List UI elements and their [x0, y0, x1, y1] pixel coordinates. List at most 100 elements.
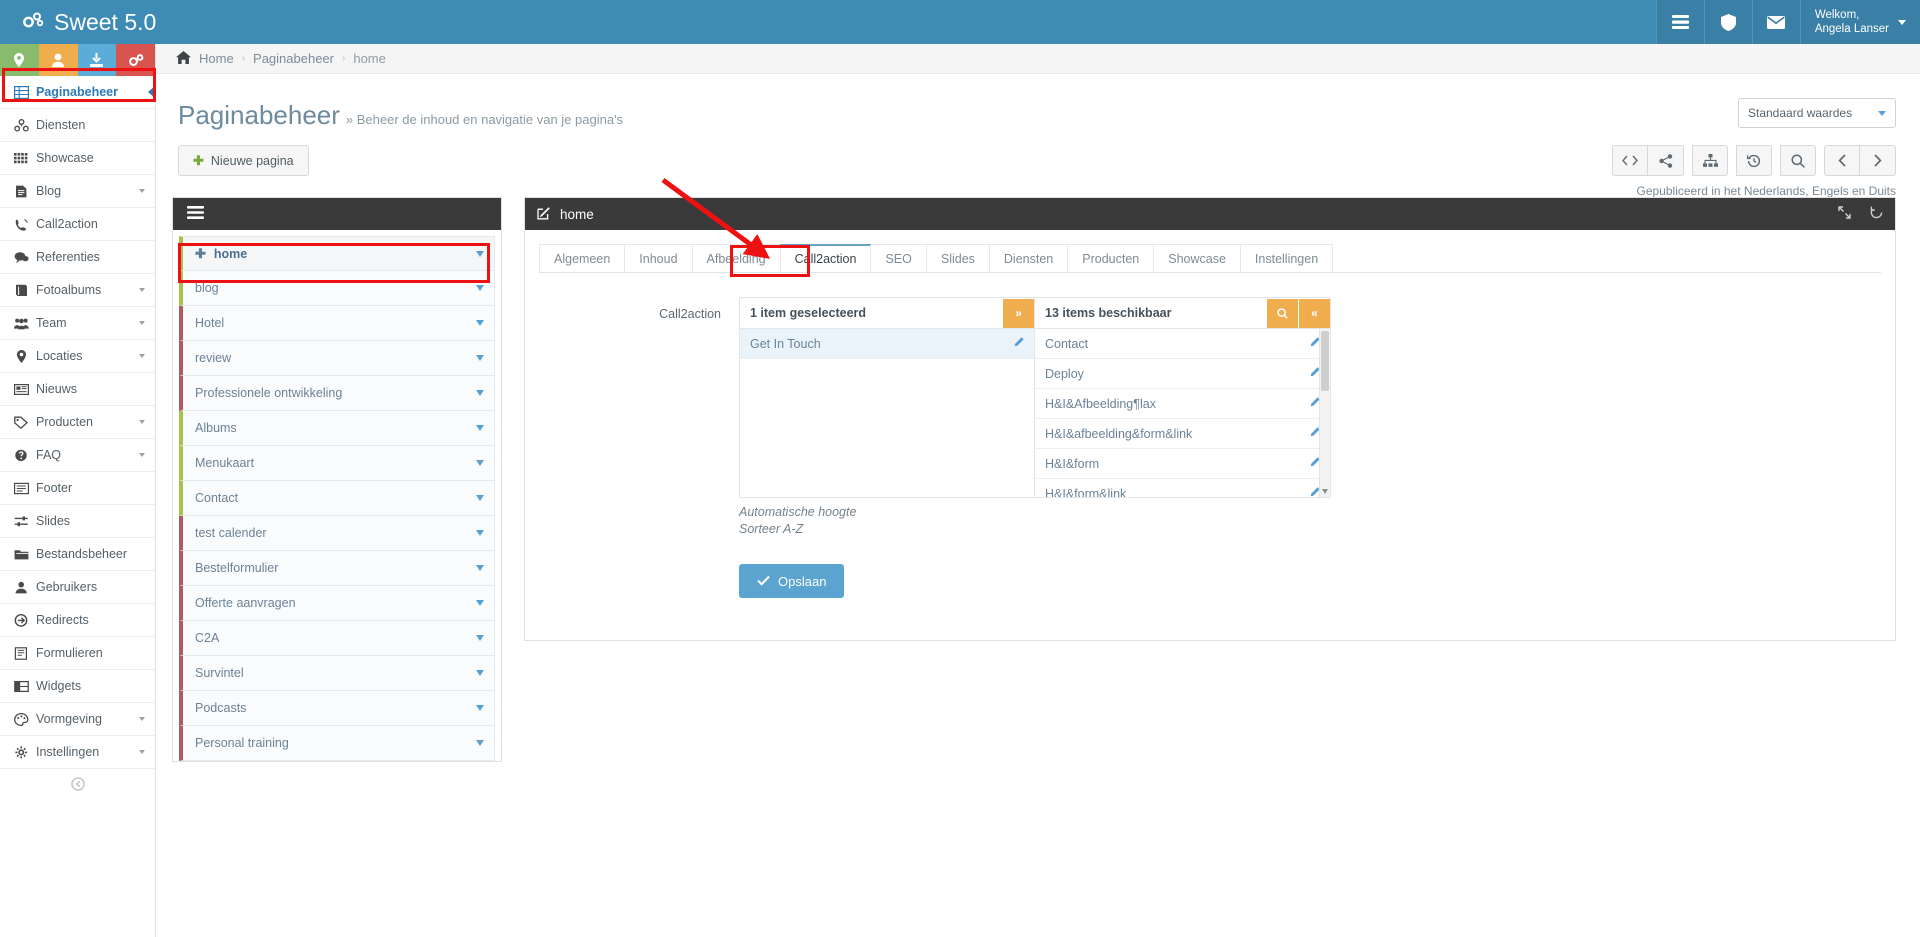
- list-item[interactable]: H&I&form: [1035, 449, 1330, 479]
- list-item[interactable]: H&I&Afbeelding¶lax: [1035, 389, 1330, 419]
- chevron-down-icon[interactable]: [476, 740, 484, 746]
- chevron-down-icon[interactable]: [476, 460, 484, 466]
- tree-item-bestelformulier[interactable]: Bestelformulier: [179, 551, 495, 586]
- new-page-button[interactable]: ✚ Nieuwe pagina: [178, 145, 309, 176]
- code-icon[interactable]: [1612, 145, 1648, 176]
- search-icon[interactable]: [1780, 145, 1816, 176]
- prev-icon[interactable]: [1824, 145, 1860, 176]
- user-menu[interactable]: Welkom, Angela Lanser: [1799, 0, 1920, 44]
- sidebar-item-gebruikers[interactable]: Gebruikers: [0, 571, 155, 604]
- chevron-down-icon[interactable]: [476, 530, 484, 536]
- sidebar-item-widgets[interactable]: Widgets: [0, 670, 155, 703]
- chevron-down-icon[interactable]: [476, 320, 484, 326]
- sidebar-item-showcase[interactable]: Showcase: [0, 142, 155, 175]
- scroll-down-icon[interactable]: [1322, 489, 1328, 494]
- pencil-icon[interactable]: [1013, 336, 1024, 351]
- sidebar-item-diensten[interactable]: Diensten: [0, 109, 155, 142]
- sidebar-item-faq[interactable]: FAQ: [0, 439, 155, 472]
- sidebar-item-team[interactable]: Team: [0, 307, 155, 340]
- sidebar-item-formulieren[interactable]: Formulieren: [0, 637, 155, 670]
- move-right-button[interactable]: »: [1003, 298, 1034, 328]
- sidebar-item-producten[interactable]: Producten: [0, 406, 155, 439]
- sidebar-item-blog[interactable]: Blog: [0, 175, 155, 208]
- shield-icon[interactable]: [1703, 0, 1752, 44]
- tree-item-professionele-ontwikkeling[interactable]: Professionele ontwikkeling: [179, 376, 495, 411]
- chevron-down-icon[interactable]: [476, 600, 484, 606]
- breadcrumb-item-home[interactable]: Home: [199, 51, 234, 66]
- move-left-button[interactable]: «: [1299, 298, 1330, 328]
- sidebar-item-instellingen[interactable]: Instellingen: [0, 736, 155, 769]
- expand-icon[interactable]: [1838, 206, 1851, 222]
- chevron-down-icon[interactable]: [476, 705, 484, 711]
- chevron-down-icon[interactable]: [476, 390, 484, 396]
- tree-item-albums[interactable]: Albums: [179, 411, 495, 446]
- tab-call2action[interactable]: Call2action: [779, 244, 872, 272]
- next-icon[interactable]: [1860, 145, 1896, 176]
- save-button[interactable]: Opslaan: [739, 564, 845, 598]
- tree-item-c2a[interactable]: C2A: [179, 621, 495, 656]
- tree-item-review[interactable]: review: [179, 341, 495, 376]
- available-list-scrollbar[interactable]: [1319, 329, 1330, 497]
- tree-item-personal-training[interactable]: Personal training: [179, 726, 495, 761]
- sidebar-item-fotoalbums[interactable]: Fotoalbums: [0, 274, 155, 307]
- chevron-down-icon[interactable]: [476, 635, 484, 641]
- sidebar-item-call2action[interactable]: Call2action: [0, 208, 155, 241]
- expand-plus-icon[interactable]: ✚: [195, 246, 206, 262]
- sidebar-item-bestandsbeheer[interactable]: Bestandsbeheer: [0, 538, 155, 571]
- chevron-down-icon[interactable]: [476, 495, 484, 501]
- sidebar-item-vormgeving[interactable]: Vormgeving: [0, 703, 155, 736]
- tab-showcase[interactable]: Showcase: [1153, 244, 1241, 272]
- tab-instellingen[interactable]: Instellingen: [1239, 244, 1334, 272]
- breadcrumb-item-paginabeheer[interactable]: Paginabeheer: [253, 51, 334, 66]
- list-item[interactable]: Contact: [1035, 329, 1330, 359]
- tree-item-survintel[interactable]: Survintel: [179, 656, 495, 691]
- tab-afbeelding[interactable]: Afbeelding: [691, 244, 781, 272]
- user-icon[interactable]: [38, 44, 78, 76]
- tree-item-offerte-aanvragen[interactable]: Offerte aanvragen: [179, 586, 495, 621]
- download-icon[interactable]: [77, 44, 117, 76]
- envelope-icon[interactable]: [1751, 0, 1800, 44]
- sidebar-item-slides[interactable]: Slides: [0, 505, 155, 538]
- chevron-down-icon[interactable]: [476, 670, 484, 676]
- tree-item-podcasts[interactable]: Podcasts: [179, 691, 495, 726]
- tree-item-test-calender[interactable]: test calender: [179, 516, 495, 551]
- tab-producten[interactable]: Producten: [1067, 244, 1155, 272]
- tree-item-menukaart[interactable]: Menukaart: [179, 446, 495, 481]
- hamburger-icon[interactable]: [187, 206, 204, 222]
- settings-gears-icon[interactable]: [116, 44, 155, 76]
- history-icon[interactable]: [1736, 145, 1772, 176]
- list-item[interactable]: Deploy: [1035, 359, 1330, 389]
- list-item[interactable]: H&I&form&link: [1035, 479, 1330, 497]
- sidebar-item-nieuws[interactable]: Nieuws: [0, 373, 155, 406]
- tree-item-blog[interactable]: blog: [179, 271, 495, 306]
- chevron-down-icon[interactable]: [476, 250, 484, 257]
- tab-slides[interactable]: Slides: [925, 244, 990, 272]
- sidebar-item-footer[interactable]: Footer: [0, 472, 155, 505]
- tab-seo[interactable]: SEO: [870, 244, 927, 272]
- chevron-down-icon[interactable]: [476, 355, 484, 361]
- search-items-button[interactable]: [1267, 298, 1298, 328]
- refresh-icon[interactable]: [1870, 206, 1883, 222]
- list-item[interactable]: H&I&afbeelding&form&link: [1035, 419, 1330, 449]
- sitemap-icon[interactable]: [1692, 145, 1728, 176]
- tab-diensten[interactable]: Diensten: [988, 244, 1069, 272]
- app-brand[interactable]: Sweet 5.0: [0, 9, 192, 36]
- tab-inhoud[interactable]: Inhoud: [624, 244, 693, 272]
- chevron-down-icon[interactable]: [476, 425, 484, 431]
- list-item[interactable]: Get In Touch: [740, 329, 1034, 359]
- tree-item-hotel[interactable]: Hotel: [179, 306, 495, 341]
- share-icon[interactable]: [1648, 145, 1684, 176]
- sidebar-item-locaties[interactable]: Locaties: [0, 340, 155, 373]
- location-pin-icon[interactable]: [0, 44, 39, 76]
- standard-values-select[interactable]: Standaard waardes: [1738, 98, 1896, 128]
- sidebar-item-redirects[interactable]: Redirects: [0, 604, 155, 637]
- grid-view-icon[interactable]: [1655, 0, 1704, 44]
- sidebar-item-referenties[interactable]: Referenties: [0, 241, 155, 274]
- chevron-down-icon[interactable]: [476, 565, 484, 571]
- tree-item-contact[interactable]: Contact: [179, 481, 495, 516]
- sidebar-collapse-toggle[interactable]: [0, 769, 155, 799]
- tab-algemeen[interactable]: Algemeen: [539, 244, 626, 272]
- sidebar-item-paginabeheer[interactable]: Paginabeheer: [0, 76, 155, 109]
- chevron-down-icon[interactable]: [476, 285, 484, 291]
- tree-item-home[interactable]: ✚ home: [179, 236, 495, 271]
